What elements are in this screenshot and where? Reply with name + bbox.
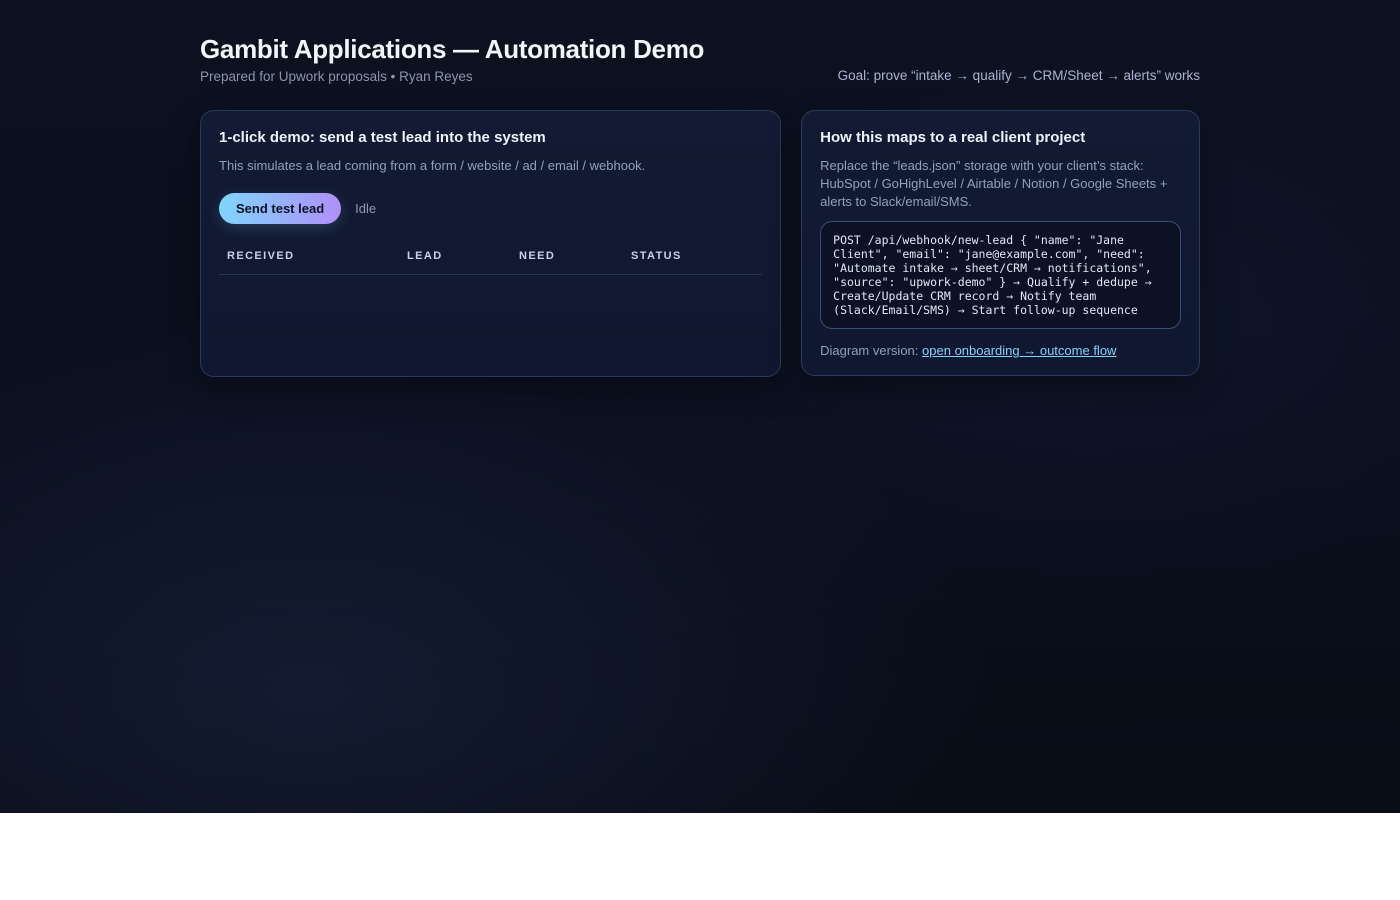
mapping-card-description: Replace the “leads.json” storage with yo… (820, 157, 1181, 211)
diagram-version-label: Diagram version: (820, 343, 918, 358)
mapping-card: How this maps to a real client project R… (801, 110, 1200, 376)
app-page: Gambit Applications — Automation Demo Pr… (0, 0, 1400, 813)
column-header-lead: Lead (399, 244, 511, 275)
page-subtitle: Prepared for Upwork proposals • Ryan Rey… (200, 69, 704, 84)
column-header-received: Received (219, 244, 399, 275)
column-header-need: Need (511, 244, 623, 275)
content-container: Gambit Applications — Automation Demo Pr… (200, 0, 1200, 377)
demo-action-row: Send test lead Idle (219, 193, 762, 224)
diagram-version-row: Diagram version: open onboarding → outco… (820, 343, 1181, 358)
cards-row: 1-click demo: send a test lead into the … (200, 110, 1200, 377)
page-title: Gambit Applications — Automation Demo (200, 34, 704, 64)
header-left: Gambit Applications — Automation Demo Pr… (200, 34, 704, 84)
lead-table-empty-area (219, 275, 762, 359)
lead-table: Received Lead Need Status (219, 244, 762, 275)
send-test-lead-button[interactable]: Send test lead (219, 193, 341, 224)
mapping-card-title: How this maps to a real client project (820, 128, 1181, 147)
demo-card-description: This simulates a lead coming from a form… (219, 157, 762, 175)
column-header-status: Status (623, 244, 762, 275)
onboarding-flow-link[interactable]: open onboarding → outcome flow (922, 343, 1116, 358)
page-header: Gambit Applications — Automation Demo Pr… (200, 34, 1200, 84)
goal-text: Goal: prove “intake → qualify → CRM/Shee… (838, 68, 1200, 84)
webhook-code-block: POST /api/webhook/new-lead { "name": "Ja… (820, 221, 1181, 329)
demo-card-title: 1-click demo: send a test lead into the … (219, 128, 762, 147)
lead-table-header: Received Lead Need Status (219, 244, 762, 275)
demo-card: 1-click demo: send a test lead into the … (200, 110, 781, 377)
demo-status-text: Idle (355, 201, 376, 216)
